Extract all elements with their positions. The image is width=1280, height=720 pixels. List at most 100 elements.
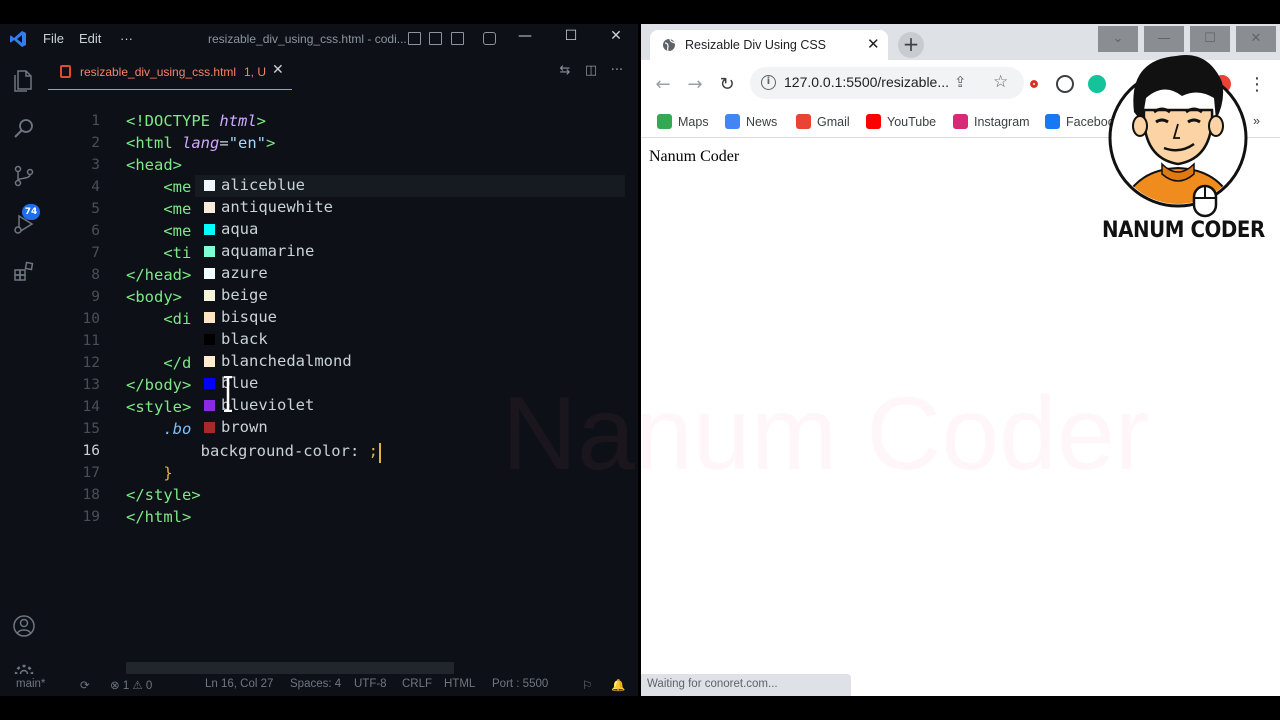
vscode-window: File Edit ··· resizable_div_using_css.ht… — [0, 24, 638, 696]
new-tab-button[interactable]: + — [898, 32, 924, 58]
sync-icon[interactable]: ⟳ — [80, 678, 90, 692]
code-line: .bo — [163, 420, 192, 438]
line-number: 15 — [82, 421, 100, 437]
menu-file[interactable]: File — [43, 31, 64, 46]
forward-icon[interactable]: → — [685, 74, 705, 95]
close-window-icon[interactable]: ✕ — [606, 28, 626, 44]
color-swatch-icon — [204, 334, 215, 345]
code-line: <body> — [126, 288, 182, 306]
status-language[interactable]: HTML — [444, 678, 475, 690]
suggestion-item[interactable]: beige — [195, 285, 625, 307]
live-share-icon[interactable]: ⚐ — [582, 678, 592, 692]
bookmark-star-icon[interactable]: ☆ — [993, 72, 1008, 92]
suggestion-item[interactable]: bisque — [195, 307, 625, 329]
line-number: 2 — [91, 135, 100, 151]
menu-edit[interactable]: Edit — [79, 31, 101, 46]
maximize-icon[interactable]: ☐ — [561, 28, 581, 44]
code-line: </style> — [126, 486, 201, 504]
line-number: 6 — [91, 223, 100, 239]
menu-more[interactable]: ··· — [120, 31, 133, 46]
line-number: 9 — [91, 289, 100, 305]
status-port[interactable]: Port : 5500 — [492, 678, 548, 690]
back-icon[interactable]: ← — [653, 74, 673, 95]
toggle-panel-icon[interactable] — [429, 32, 442, 45]
bookmark-item[interactable]: Gmail — [796, 114, 850, 129]
line-number: 12 — [82, 355, 100, 371]
speed-extension-icon[interactable] — [1056, 75, 1074, 93]
status-problems[interactable]: ⊗ 1 ⚠ 0 — [110, 678, 152, 692]
code-line: </d — [163, 354, 192, 372]
split-editor-icon[interactable]: ◫ — [582, 63, 600, 78]
status-eol[interactable]: CRLF — [402, 678, 432, 690]
customize-layout-icon[interactable] — [483, 32, 496, 45]
suggestion-item[interactable]: black — [195, 329, 625, 351]
suggestion-item[interactable]: aliceblue — [195, 175, 625, 197]
suggestion-label: aqua — [221, 220, 259, 238]
page-text: Nanum Coder — [649, 148, 740, 165]
extensions-icon[interactable] — [12, 260, 36, 284]
address-bar[interactable]: i 127.0.0.1:5500/resizable... ⇪ ☆ — [750, 67, 1024, 99]
tab-close-icon[interactable]: ✕ — [272, 62, 284, 78]
editor-tab[interactable]: resizable_div_using_css.html 1, U ✕ — [48, 54, 292, 90]
editor-tab-bar: resizable_div_using_css.html 1, U ✕ ⇆ ◫ … — [48, 54, 638, 90]
reload-icon[interactable]: ↻ — [717, 74, 737, 95]
status-spaces[interactable]: Spaces: 4 — [290, 678, 341, 690]
toggle-secondary-sidebar-icon[interactable] — [451, 32, 464, 45]
compare-changes-icon[interactable]: ⇆ — [556, 63, 574, 78]
share-icon[interactable]: ⇪ — [954, 73, 967, 91]
code-line: <html lang="en"> — [126, 134, 276, 152]
code-line: </head> — [126, 266, 192, 284]
bookmark-label: Maps — [678, 115, 709, 129]
color-swatch-icon — [204, 202, 215, 213]
code-line: <ti — [163, 244, 192, 262]
suggestion-label: aliceblue — [221, 176, 305, 194]
channel-logo: NANUM CODER — [1098, 40, 1265, 250]
suggestion-label: black — [221, 330, 268, 348]
minimize-icon[interactable]: — — [515, 28, 535, 44]
bookmark-item[interactable]: Instagram — [953, 114, 1030, 129]
run-debug-icon[interactable] — [12, 212, 36, 236]
code-line: } — [163, 464, 173, 482]
line-number: 17 — [82, 465, 100, 481]
bookmark-label: YouTube — [887, 115, 937, 129]
code-line: <me — [163, 222, 192, 240]
color-swatch-icon — [204, 378, 215, 389]
suggestion-item[interactable]: blanchedalmond — [195, 351, 625, 373]
suggestion-item[interactable]: aquamarine — [195, 241, 625, 263]
suggestion-item[interactable]: antiquewhite — [195, 197, 625, 219]
bookmark-item[interactable]: Maps — [657, 114, 709, 129]
bookmark-favicon-icon — [866, 114, 881, 129]
suggestion-item[interactable]: aqua — [195, 219, 625, 241]
vscode-title-bar: File Edit ··· resizable_div_using_css.ht… — [0, 24, 638, 54]
suggestion-label: beige — [221, 286, 268, 304]
suggestion-item[interactable]: azure — [195, 263, 625, 285]
status-branch[interactable]: main* — [16, 678, 45, 690]
toggle-sidebar-icon[interactable] — [408, 32, 421, 45]
account-icon[interactable] — [12, 614, 36, 638]
browser-tab[interactable]: Resizable Div Using CSS ✕ — [650, 30, 888, 60]
color-swatch-icon — [204, 312, 215, 323]
explorer-icon[interactable] — [12, 68, 36, 92]
line-number: 3 — [91, 157, 100, 173]
notifications-bell-icon[interactable]: 🔔 — [611, 678, 625, 692]
suggestion-label: bisque — [221, 308, 277, 326]
bookmark-item[interactable]: News — [725, 114, 777, 129]
site-info-icon[interactable]: i — [761, 75, 776, 90]
horizontal-scrollbar[interactable] — [126, 662, 454, 674]
source-control-icon[interactable] — [12, 164, 36, 188]
bookmark-label: Gmail — [817, 115, 850, 129]
bookmark-label: News — [746, 115, 778, 129]
color-swatch-icon — [204, 180, 215, 191]
status-position[interactable]: Ln 16, Col 27 — [205, 678, 273, 690]
status-encoding[interactable]: UTF-8 — [354, 678, 387, 690]
line-number: 19 — [82, 509, 100, 525]
tab-close-icon[interactable]: ✕ — [867, 35, 880, 53]
line-number: 13 — [82, 377, 100, 393]
bookmark-item[interactable]: YouTube — [866, 114, 936, 129]
coder-avatar-icon — [1108, 55, 1248, 218]
record-extension-icon[interactable] — [1025, 75, 1043, 93]
search-icon[interactable] — [12, 116, 36, 140]
code-line: </body> — [126, 376, 192, 394]
color-swatch-icon — [204, 268, 215, 279]
more-actions-icon[interactable]: ··· — [608, 63, 626, 78]
